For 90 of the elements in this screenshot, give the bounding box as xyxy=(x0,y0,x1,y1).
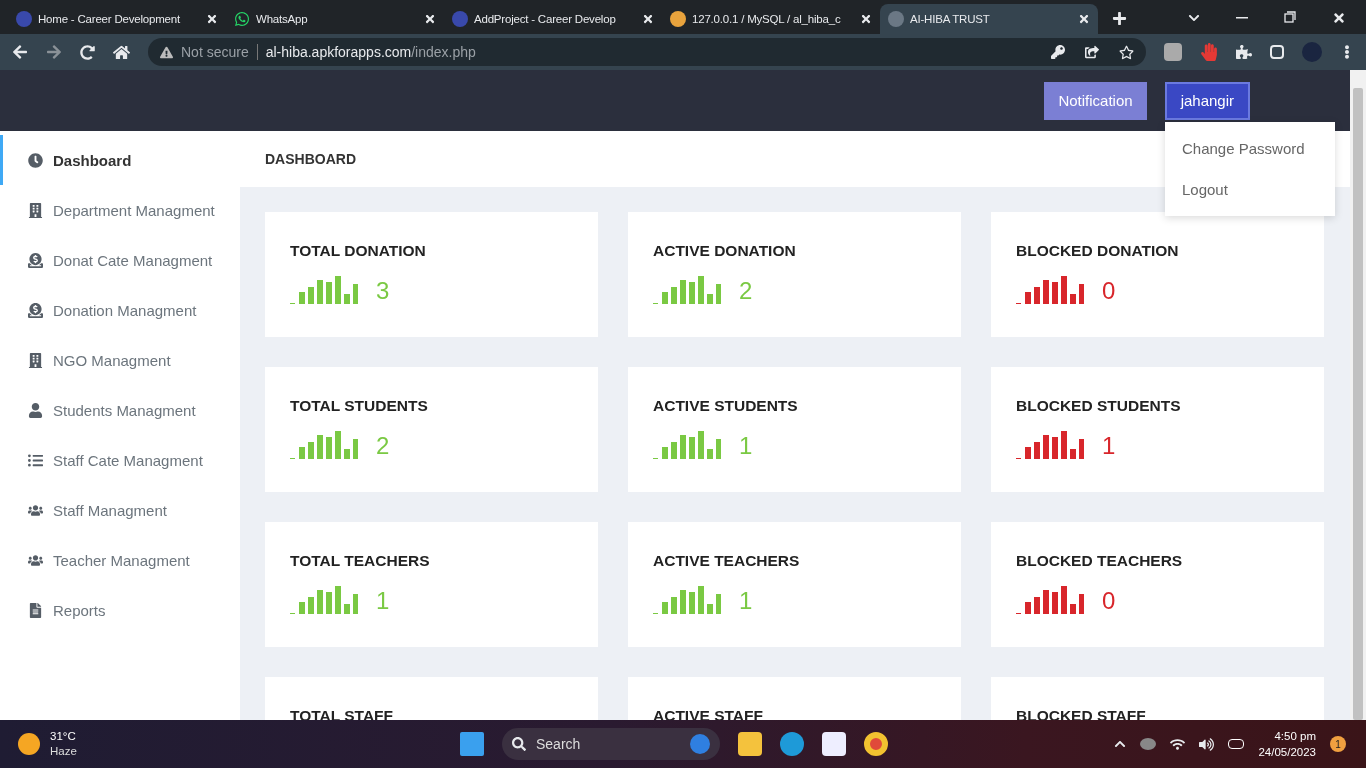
sidebar-item[interactable]: Department Managment xyxy=(0,185,240,235)
card-value: 2 xyxy=(376,433,390,459)
close-icon[interactable] xyxy=(424,13,436,25)
bar-sparkline xyxy=(653,429,721,459)
group-icon xyxy=(28,552,43,568)
restore-icon[interactable] xyxy=(1284,11,1296,23)
card-value: 1 xyxy=(1102,433,1116,459)
site-icon xyxy=(888,11,904,27)
group-icon xyxy=(28,502,43,518)
building-icon xyxy=(28,352,43,368)
card-title: BLOCKED STUDENTS xyxy=(1016,397,1182,415)
notification-badge[interactable]: 1 xyxy=(1330,736,1346,752)
card-title: BLOCKED TEACHERS xyxy=(1016,552,1184,570)
warning-icon xyxy=(160,45,173,59)
card-value: 1 xyxy=(739,588,753,614)
chevron-up-icon[interactable] xyxy=(1114,738,1127,750)
puzzle-icon[interactable] xyxy=(1236,44,1252,60)
clock[interactable]: 4:50 pm 24/05/2023 xyxy=(1258,728,1316,760)
bar-sparkline xyxy=(653,584,721,614)
bar-sparkline xyxy=(290,274,358,304)
sidebar-item[interactable]: Donat Cate Managment xyxy=(0,235,240,285)
card-title: TOTAL TEACHERS xyxy=(290,552,431,570)
battery-icon[interactable] xyxy=(1228,739,1245,749)
card-title: ACTIVE STUDENTS xyxy=(653,397,799,415)
close-icon[interactable] xyxy=(206,13,218,25)
close-icon[interactable] xyxy=(860,13,872,25)
card-value: 2 xyxy=(739,278,753,304)
site-icon xyxy=(16,11,32,27)
browser-tab[interactable]: Home - Career Development xyxy=(8,4,226,34)
site-icon xyxy=(670,11,686,27)
share-icon[interactable] xyxy=(1085,45,1099,59)
card-value: 0 xyxy=(1102,588,1116,614)
card-value: 0 xyxy=(1102,278,1116,304)
bar-sparkline xyxy=(653,274,721,304)
key-icon[interactable] xyxy=(1051,45,1065,59)
dashboard-icon xyxy=(28,152,43,168)
card-title: ACTIVE DONATION xyxy=(653,242,797,260)
person-icon xyxy=(28,402,43,418)
menu-item[interactable]: Logout xyxy=(1165,169,1335,210)
bar-sparkline xyxy=(1016,584,1084,614)
wifi-icon[interactable] xyxy=(1170,736,1186,752)
scrollbar-thumb[interactable] xyxy=(1353,88,1363,720)
sidebar-item[interactable]: Reports xyxy=(0,585,240,635)
sidebar-item[interactable]: Donation Managment xyxy=(0,285,240,335)
browser-tab[interactable]: AddProject - Career Develop xyxy=(444,4,662,34)
sidebar-item[interactable]: Staff Cate Managment xyxy=(0,435,240,485)
file-icon xyxy=(28,602,43,618)
volume-icon[interactable] xyxy=(1199,736,1215,752)
bar-sparkline xyxy=(290,584,358,614)
new-tab-icon[interactable] xyxy=(1112,11,1127,26)
browser-tab[interactable]: 127.0.0.1 / MySQL / al_hiba_c xyxy=(662,4,880,34)
building-icon xyxy=(28,202,43,218)
list-icon xyxy=(28,452,43,468)
browser-tab[interactable]: WhatsApp xyxy=(226,4,444,34)
forward-icon[interactable] xyxy=(46,44,62,60)
close-icon[interactable] xyxy=(1332,11,1346,25)
temperature: 31°C xyxy=(50,729,77,744)
sidebar-item[interactable]: NGO Managment xyxy=(0,335,240,385)
donation-icon xyxy=(28,252,43,268)
card-value: 1 xyxy=(739,433,753,459)
sidebar-item[interactable]: Teacher Managment xyxy=(0,535,240,585)
weather-condition: Haze xyxy=(50,744,77,759)
browser-tab[interactable]: AI-HIBA TRUST xyxy=(880,4,1098,34)
card-title: TOTAL DONATION xyxy=(290,242,427,260)
bar-sparkline xyxy=(1016,274,1084,304)
chat-icon xyxy=(234,11,250,27)
side-panel-icon[interactable] xyxy=(1270,45,1284,59)
user-button[interactable]: jahangir xyxy=(1164,81,1250,120)
search-field[interactable]: Search xyxy=(502,728,720,760)
notification-button[interactable]: Notification xyxy=(1044,81,1147,120)
sidebar-item[interactable]: Students Managment xyxy=(0,385,240,435)
star-icon[interactable] xyxy=(1119,44,1134,60)
card-value: 1 xyxy=(376,588,390,614)
bar-sparkline xyxy=(1016,429,1084,459)
bar-sparkline xyxy=(290,429,358,459)
card-title: BLOCKED DONATION xyxy=(1016,242,1180,260)
sidebar-item[interactable]: Staff Managment xyxy=(0,485,240,535)
close-icon[interactable] xyxy=(642,13,654,25)
back-icon[interactable] xyxy=(12,44,28,60)
search-icon xyxy=(512,737,526,751)
close-icon[interactable] xyxy=(1078,13,1090,25)
card-title: TOTAL STUDENTS xyxy=(290,397,429,415)
card-value: 3 xyxy=(376,278,390,304)
address-bar[interactable]: Not secure al-hiba.apkforapps.com/index.php xyxy=(148,38,1146,66)
menu-item[interactable]: Change Password xyxy=(1165,128,1335,169)
reload-icon[interactable] xyxy=(80,44,95,60)
card-title: ACTIVE TEACHERS xyxy=(653,552,801,570)
home-icon[interactable] xyxy=(113,43,130,61)
donation-icon xyxy=(28,302,43,318)
site-icon xyxy=(452,11,468,27)
